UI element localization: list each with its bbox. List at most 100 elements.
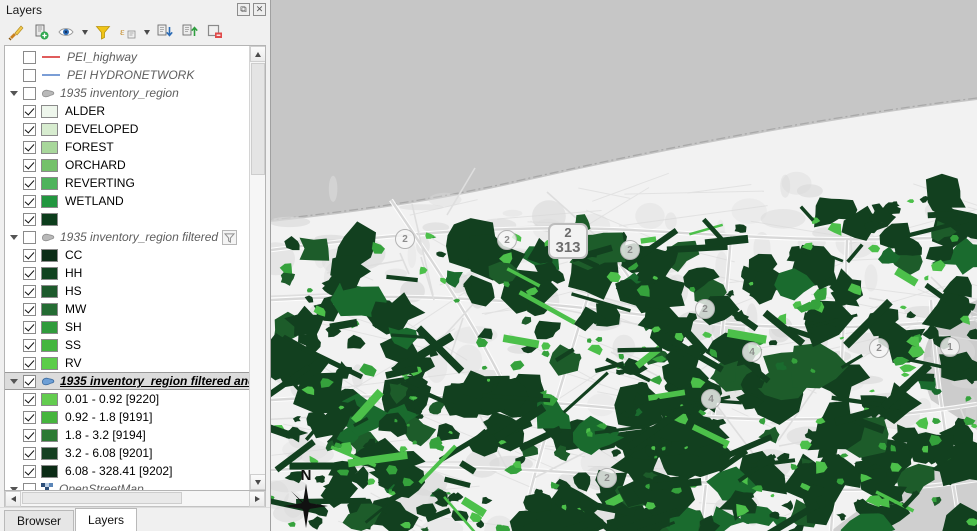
layer-tree[interactable]: PEI_highway PEI HYDRONETWORK 1935 invento… bbox=[5, 46, 249, 490]
group-visibility-checkbox-10[interactable] bbox=[23, 230, 36, 244]
layer-tree-horizontal-scrollbar[interactable] bbox=[4, 491, 266, 507]
class-label: REVERTING bbox=[65, 176, 135, 190]
class-visibility-checkbox-20[interactable] bbox=[23, 410, 36, 424]
route-shield-2-d[interactable]: 2 bbox=[695, 299, 715, 319]
class-visibility-checkbox-17[interactable] bbox=[23, 356, 36, 370]
route-shield-2-e[interactable]: 2 bbox=[869, 338, 889, 358]
layer-row-1[interactable]: PEI HYDRONETWORK bbox=[5, 66, 249, 84]
class-visibility-checkbox-19[interactable] bbox=[23, 392, 36, 406]
remove-layer-icon[interactable] bbox=[204, 21, 226, 43]
scroll-right-button[interactable] bbox=[249, 491, 265, 507]
route-shield-2-313[interactable]: 2 313 bbox=[548, 223, 588, 259]
legend-class-row-3[interactable]: ALDER bbox=[5, 102, 249, 120]
legend-class-row-15[interactable]: SH bbox=[5, 318, 249, 336]
class-visibility-checkbox-8[interactable] bbox=[23, 194, 36, 208]
filter-legend-icon[interactable] bbox=[92, 21, 114, 43]
tab-layers[interactable]: Layers bbox=[75, 508, 138, 531]
manage-map-themes-dropdown-caret-icon[interactable] bbox=[80, 21, 89, 43]
legend-class-row-12[interactable]: HH bbox=[5, 264, 249, 282]
class-visibility-checkbox-9[interactable] bbox=[23, 212, 36, 226]
filter-expression-dropdown-caret-icon[interactable] bbox=[142, 21, 151, 43]
legend-class-row-17[interactable]: RV bbox=[5, 354, 249, 372]
basemap-visibility-checkbox-24[interactable] bbox=[23, 482, 36, 490]
class-visibility-checkbox-11[interactable] bbox=[23, 248, 36, 262]
route-shield-1-a[interactable]: 1 bbox=[940, 337, 960, 357]
class-label: MW bbox=[65, 302, 87, 316]
class-visibility-checkbox-13[interactable] bbox=[23, 284, 36, 298]
route-number-secondary: 313 bbox=[555, 238, 581, 256]
legend-class-row-11[interactable]: CC bbox=[5, 246, 249, 264]
layer-group-row-10[interactable]: 1935 inventory_region filtered bbox=[5, 228, 249, 246]
filter-legend-by-expression-icon[interactable]: ε bbox=[117, 21, 139, 43]
legend-class-row-23[interactable]: 6.08 - 328.41 [9202] bbox=[5, 462, 249, 480]
class-label: SH bbox=[65, 320, 82, 334]
layer-filter-icon[interactable] bbox=[222, 229, 238, 245]
legend-class-row-8[interactable]: WETLAND bbox=[5, 192, 249, 210]
close-panel-button[interactable]: ✕ bbox=[253, 3, 266, 16]
layers-panel-toolbar: ε bbox=[0, 19, 270, 45]
layer-group-row-2[interactable]: 1935 inventory_region bbox=[5, 84, 249, 102]
legend-class-row-22[interactable]: 3.2 - 6.08 [9201] bbox=[5, 444, 249, 462]
class-visibility-checkbox-23[interactable] bbox=[23, 464, 36, 478]
expander-caret[interactable] bbox=[5, 90, 23, 96]
route-shield-4-a[interactable]: 4 bbox=[701, 389, 721, 409]
manage-map-themes-icon[interactable] bbox=[55, 21, 77, 43]
class-visibility-checkbox-16[interactable] bbox=[23, 338, 36, 352]
class-visibility-checkbox-3[interactable] bbox=[23, 104, 36, 118]
scroll-down-button[interactable] bbox=[250, 474, 265, 490]
legend-class-row-6[interactable]: ORCHARD bbox=[5, 156, 249, 174]
layer-row-0[interactable]: PEI_highway bbox=[5, 48, 249, 66]
route-shield-2-b[interactable]: 2 bbox=[497, 230, 517, 250]
legend-class-row-19[interactable]: 0.01 - 0.92 [9220] bbox=[5, 390, 249, 408]
class-visibility-checkbox-6[interactable] bbox=[23, 158, 36, 172]
layer-group-row-18[interactable]: 1935 inventory_region filtered and a bbox=[5, 372, 249, 390]
layer-tree-vertical-scrollbar[interactable] bbox=[249, 46, 265, 490]
legend-class-row-20[interactable]: 0.92 - 1.8 [9191] bbox=[5, 408, 249, 426]
expand-all-icon[interactable] bbox=[154, 21, 176, 43]
float-panel-button[interactable]: ⧉ bbox=[237, 3, 250, 16]
route-shield-2-a[interactable]: 2 bbox=[395, 229, 415, 249]
legend-class-row-16[interactable]: SS bbox=[5, 336, 249, 354]
legend-class-row-13[interactable]: HS bbox=[5, 282, 249, 300]
layer-visibility-checkbox-0[interactable] bbox=[23, 50, 36, 64]
class-visibility-checkbox-5[interactable] bbox=[23, 140, 36, 154]
class-label: ORCHARD bbox=[65, 158, 126, 172]
layers-panel: Layers ⧉ ✕ ε PEI_highway PEI HYDRONETWOR… bbox=[0, 0, 271, 531]
class-visibility-checkbox-12[interactable] bbox=[23, 266, 36, 280]
legend-class-row-4[interactable]: DEVELOPED bbox=[5, 120, 249, 138]
open-layer-styling-panel-icon[interactable] bbox=[5, 21, 27, 43]
class-visibility-checkbox-14[interactable] bbox=[23, 302, 36, 316]
route-shield-4-b[interactable]: 4 bbox=[742, 342, 762, 362]
legend-class-row-21[interactable]: 1.8 - 3.2 [9194] bbox=[5, 426, 249, 444]
scroll-up-button[interactable] bbox=[250, 46, 265, 62]
collapse-all-icon[interactable] bbox=[179, 21, 201, 43]
route-number: 2 bbox=[402, 233, 408, 245]
expander-caret[interactable] bbox=[5, 234, 23, 240]
horizontal-scroll-thumb[interactable] bbox=[22, 492, 182, 504]
class-label: CC bbox=[65, 248, 83, 262]
group-visibility-checkbox-18[interactable] bbox=[23, 374, 36, 388]
class-visibility-checkbox-21[interactable] bbox=[23, 428, 36, 442]
legend-class-row-5[interactable]: FOREST bbox=[5, 138, 249, 156]
legend-class-row-7[interactable]: REVERTING bbox=[5, 174, 249, 192]
class-label: SS bbox=[65, 338, 82, 352]
class-visibility-checkbox-15[interactable] bbox=[23, 320, 36, 334]
add-group-icon[interactable] bbox=[30, 21, 52, 43]
route-shield-2-f[interactable]: 2 bbox=[597, 468, 617, 488]
layer-visibility-checkbox-1[interactable] bbox=[23, 68, 36, 82]
expander-caret[interactable] bbox=[5, 486, 23, 490]
class-color-swatch bbox=[41, 356, 58, 370]
tab-browser[interactable]: Browser bbox=[4, 510, 75, 531]
legend-class-row-14[interactable]: MW bbox=[5, 300, 249, 318]
expander-caret[interactable] bbox=[5, 378, 23, 384]
map-canvas[interactable]: 2 2 2 313 2 2 2 4 4 1 2 N bbox=[271, 0, 977, 531]
class-visibility-checkbox-7[interactable] bbox=[23, 176, 36, 190]
route-shield-2-c[interactable]: 2 bbox=[620, 240, 640, 260]
basemap-row-24[interactable]: OpenStreetMap bbox=[5, 480, 249, 490]
group-visibility-checkbox-2[interactable] bbox=[23, 86, 36, 100]
legend-class-row-9[interactable] bbox=[5, 210, 249, 228]
vertical-scroll-thumb[interactable] bbox=[251, 63, 265, 175]
class-visibility-checkbox-4[interactable] bbox=[23, 122, 36, 136]
scroll-left-button[interactable] bbox=[5, 491, 21, 507]
class-visibility-checkbox-22[interactable] bbox=[23, 446, 36, 460]
